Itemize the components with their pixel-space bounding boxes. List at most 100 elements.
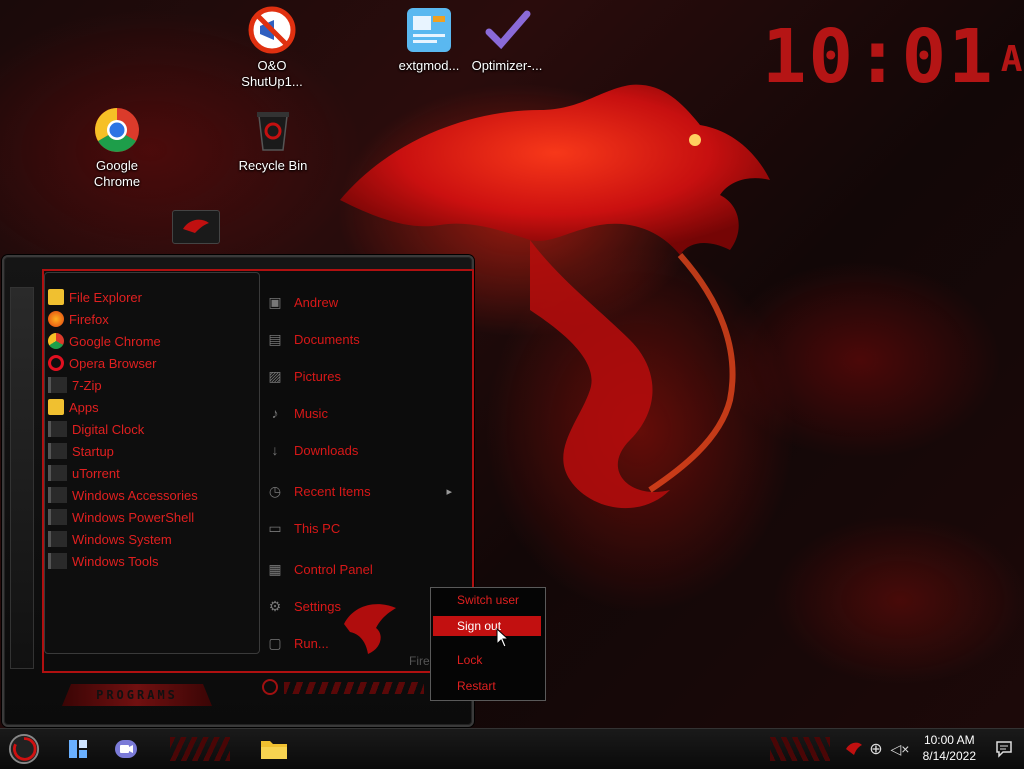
place-item-control-panel[interactable]: ▦ Control Panel — [266, 557, 462, 581]
chevron-right-icon: ▸ — [446, 485, 452, 498]
task-view-icon — [69, 740, 87, 758]
document-icon: ▤ — [268, 330, 282, 347]
program-item-startup[interactable]: Startup — [48, 441, 114, 461]
desktop-icon-label: Google — [96, 158, 138, 173]
folder-dark-icon — [48, 421, 67, 437]
computer-icon: ▭ — [268, 519, 282, 536]
program-item-label: Windows System — [72, 531, 172, 547]
notification-icon — [996, 741, 1012, 758]
program-item-label: 7-Zip — [72, 377, 102, 393]
program-item-windows-system[interactable]: Windows System — [48, 529, 172, 549]
start-button[interactable] — [8, 733, 40, 765]
program-item-firefox[interactable]: Firefox — [48, 309, 109, 329]
notification-button[interactable] — [988, 733, 1020, 765]
tray-date: 8/14/2022 — [922, 749, 976, 763]
desktop-icon-label: O&O — [257, 58, 287, 73]
program-item-opera-browser[interactable]: Opera Browser — [48, 353, 156, 373]
clock-time: 10:01 — [762, 14, 995, 100]
place-item-label: Run... — [294, 635, 329, 651]
program-item-digital-clock[interactable]: Digital Clock — [48, 419, 144, 439]
taskbar: ⊕ ◁× 10:00 AM 8/14/2022 — [0, 728, 1024, 769]
desktop-icon-google-chrome[interactable]: Google Chrome — [72, 106, 162, 190]
msi-dragon-icon — [344, 604, 396, 654]
run-icon: ▢ — [268, 634, 282, 651]
menu-item-lock[interactable]: Lock — [433, 650, 541, 670]
programs-label: PROGRAMS — [62, 684, 212, 706]
desktop-icon-label: Optimizer-... — [471, 58, 543, 73]
program-item-label: Windows Accessories — [72, 487, 198, 503]
place-item-label: Downloads — [294, 442, 359, 458]
program-item-windows-tools[interactable]: Windows Tools — [48, 551, 158, 571]
start-menu-left-rail — [10, 287, 34, 669]
program-item-7zip[interactable]: 7-Zip — [48, 375, 102, 395]
chrome-icon — [48, 333, 64, 349]
menu-item-sign-out[interactable]: Sign out — [433, 616, 541, 636]
desktop-icon-label: Recycle Bin — [238, 158, 308, 173]
video-chat-icon — [115, 740, 137, 758]
power-options-menu: Switch user Sign out Lock Restart — [430, 587, 546, 701]
program-item-label: Apps — [69, 399, 99, 415]
folder-dark-icon — [48, 443, 67, 459]
program-item-windows-accessories[interactable]: Windows Accessories — [48, 485, 198, 505]
program-item-label: Windows PowerShell — [72, 509, 195, 525]
program-item-label: Google Chrome — [69, 333, 161, 349]
msi-dragon-icon — [183, 219, 209, 233]
folder-dark-icon — [48, 531, 67, 547]
opera-icon — [48, 355, 64, 371]
place-item-downloads[interactable]: ↓ Downloads — [266, 438, 462, 462]
program-item-label: Firefox — [69, 311, 109, 327]
place-item-label: Recent Items — [294, 483, 371, 499]
desktop-icon-optimizer[interactable]: Optimizer-... — [462, 6, 552, 74]
place-item-label: Music — [294, 405, 328, 421]
place-item-andrew[interactable]: ▣ Andrew — [266, 290, 462, 314]
download-icon: ↓ — [271, 442, 279, 458]
system-clock[interactable]: 10:00 AM 8/14/2022 — [923, 732, 976, 764]
msi-monitor-widget[interactable] — [172, 210, 220, 244]
desktop-icon-oo-shutup[interactable]: O&O ShutUp1... — [227, 6, 317, 90]
taskbar-decoration-left — [170, 737, 230, 761]
power-icon[interactable] — [262, 679, 278, 695]
shutup-icon — [248, 6, 296, 54]
place-item-label: Documents — [294, 331, 360, 347]
file-explorer-taskbar-button[interactable] — [258, 733, 290, 765]
place-item-pictures[interactable]: ▨ Pictures — [266, 364, 462, 388]
globe-icon: ⊕ — [869, 741, 883, 758]
clock-icon: ◷ — [268, 482, 282, 499]
gear-icon: ⚙ — [268, 597, 282, 614]
desktop-icon-extgmod[interactable]: extgmod... — [384, 6, 474, 74]
start-orb-icon — [8, 733, 40, 765]
checkmark-icon — [483, 6, 531, 54]
grill-decoration — [284, 682, 424, 694]
program-item-label: Digital Clock — [72, 421, 145, 437]
program-item-file-explorer[interactable]: File Explorer — [48, 287, 142, 307]
user-folder-icon: ▣ — [268, 293, 282, 310]
folder-dark-icon — [48, 487, 67, 503]
place-item-documents[interactable]: ▤ Documents — [266, 327, 462, 351]
music-icon: ♪ — [271, 405, 279, 421]
menu-item-switch-user[interactable]: Switch user — [433, 590, 541, 610]
teams-chat-button[interactable] — [110, 733, 142, 765]
place-item-recent-items[interactable]: ◷ Recent Items ▸ — [266, 479, 462, 503]
volume-tray-button[interactable]: ◁× — [884, 733, 916, 765]
folder-dark-icon — [48, 553, 67, 569]
program-item-apps[interactable]: Apps — [48, 397, 99, 417]
folder-dark-icon — [48, 377, 67, 393]
program-item-google-chrome[interactable]: Google Chrome — [48, 331, 161, 351]
folder-dark-icon — [48, 465, 67, 481]
place-item-label: Settings — [294, 598, 341, 614]
tray-time: 10:00 AM — [923, 733, 975, 747]
extgmod-icon — [405, 6, 453, 54]
place-item-music[interactable]: ♪ Music — [266, 401, 462, 425]
clock-ampm: AM — [1000, 39, 1024, 80]
menu-item-restart[interactable]: Restart — [433, 676, 541, 696]
program-item-utorrent[interactable]: uTorrent — [48, 463, 120, 483]
picture-icon: ▨ — [268, 367, 282, 384]
speaker-muted-icon: ◁× — [890, 740, 910, 757]
program-item-label: File Explorer — [69, 289, 142, 305]
program-item-windows-powershell[interactable]: Windows PowerShell — [48, 507, 194, 527]
mouse-cursor-icon — [496, 628, 510, 648]
place-item-this-pc[interactable]: ▭ This PC — [266, 516, 462, 540]
desktop-icon-recycle-bin[interactable]: Recycle Bin — [228, 106, 318, 174]
task-view-button[interactable] — [62, 733, 94, 765]
desktop-icon-label: Chrome — [93, 174, 141, 189]
